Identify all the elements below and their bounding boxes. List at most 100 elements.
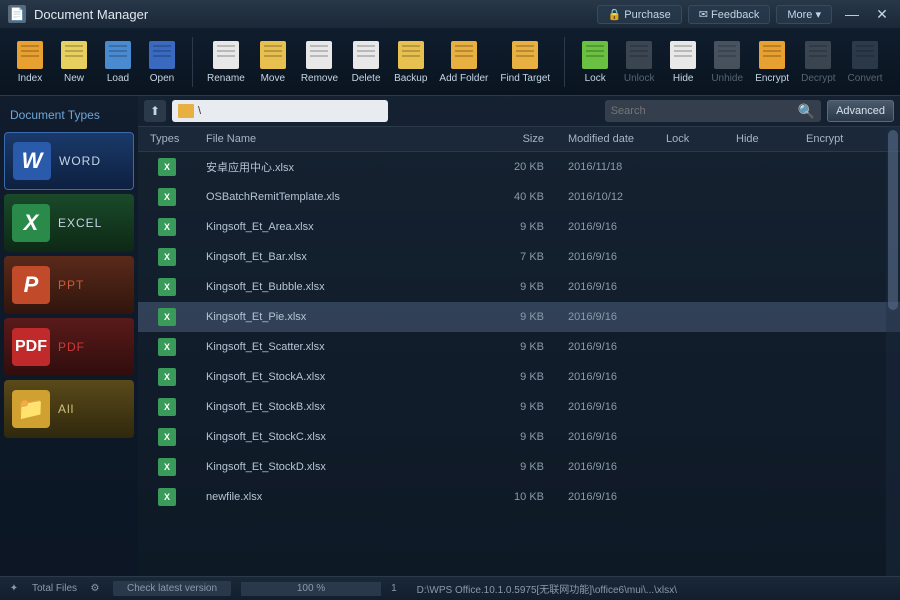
hide-icon	[667, 39, 699, 71]
xls-icon: X	[158, 248, 176, 266]
unlock-icon	[623, 39, 655, 71]
file-row[interactable]: XKingsoft_Et_StockA.xlsx9 KB2016/9/16	[138, 362, 900, 392]
xls-icon: X	[158, 338, 176, 356]
rename-icon	[210, 39, 242, 71]
backup-button[interactable]: Backup	[388, 37, 433, 86]
file-row[interactable]: XKingsoft_Et_Bubble.xlsx9 KB2016/9/16	[138, 272, 900, 302]
sidebar-item-word[interactable]: WWORD	[4, 132, 134, 190]
lock-icon	[579, 39, 611, 71]
file-row[interactable]: XKingsoft_Et_Bar.xlsx7 KB2016/9/16	[138, 242, 900, 272]
convert-button: Convert	[842, 37, 889, 86]
addfolder-button[interactable]: Add Folder	[433, 37, 494, 86]
col-hide[interactable]: Hide	[736, 133, 806, 145]
minimize-button[interactable]: —	[842, 4, 862, 24]
scrollbar-thumb[interactable]	[888, 130, 898, 310]
file-row[interactable]: XKingsoft_Et_Scatter.xlsx9 KB2016/9/16	[138, 332, 900, 362]
pdf-icon: PDF	[12, 328, 50, 366]
decrypt-button: Decrypt	[795, 37, 841, 86]
total-files-label: Total Files	[32, 583, 77, 594]
lock-button[interactable]: Lock	[573, 37, 617, 86]
total-files-icon[interactable]: ✦	[6, 581, 22, 597]
word-icon: W	[13, 142, 51, 180]
index-icon	[14, 39, 46, 71]
col-name[interactable]: File Name	[196, 133, 486, 145]
status-bar: ✦ Total Files ⚙ Check latest version 100…	[0, 576, 900, 600]
settings-icon[interactable]: ⚙	[87, 581, 103, 597]
col-mod[interactable]: Modified date	[556, 133, 666, 145]
feedback-button[interactable]: ✉ Feedback	[688, 5, 771, 24]
xls-icon: X	[158, 428, 176, 446]
index-button[interactable]: Index	[8, 37, 52, 86]
file-row[interactable]: XKingsoft_Et_StockD.xlsx9 KB2016/9/16	[138, 452, 900, 482]
unhide-button: Unhide	[705, 37, 749, 86]
file-row[interactable]: X安卓应用中心.xlsx20 KB2016/11/18	[138, 152, 900, 182]
col-size[interactable]: Size	[486, 133, 556, 145]
encrypt-icon	[756, 39, 788, 71]
remove-button[interactable]: Remove	[295, 37, 344, 86]
delete-button[interactable]: Delete	[344, 37, 388, 86]
new-button[interactable]: New	[52, 37, 96, 86]
check-version-button[interactable]: Check latest version	[113, 581, 231, 596]
progress-indicator: 100 %	[241, 582, 381, 596]
load-button[interactable]: Load	[96, 37, 140, 86]
open-icon	[146, 39, 178, 71]
file-row[interactable]: XKingsoft_Et_Area.xlsx9 KB2016/9/16	[138, 212, 900, 242]
hide-button[interactable]: Hide	[661, 37, 705, 86]
folder-icon	[178, 104, 194, 118]
col-lock[interactable]: Lock	[666, 133, 736, 145]
sidebar-header: Document Types	[4, 104, 134, 132]
encrypt-button[interactable]: Encrypt	[749, 37, 795, 86]
xls-icon: X	[158, 188, 176, 206]
file-row[interactable]: XOSBatchRemitTemplate.xls40 KB2016/10/12	[138, 182, 900, 212]
findtarget-icon	[509, 39, 541, 71]
all-icon: 📁	[12, 390, 50, 428]
app-title: Document Manager	[34, 7, 148, 22]
search-icon[interactable]: 🔍	[798, 103, 815, 120]
xls-icon: X	[158, 488, 176, 506]
purchase-button[interactable]: 🔒 Purchase	[597, 5, 682, 24]
rename-button[interactable]: Rename	[201, 37, 251, 86]
unhide-icon	[711, 39, 743, 71]
sidebar: Document Types WWORDXEXCELPPPTPDFPDF📁All	[0, 96, 138, 576]
xls-icon: X	[158, 278, 176, 296]
title-bar: 📄 Document Manager 🔒 Purchase ✉ Feedback…	[0, 0, 900, 28]
sidebar-item-all[interactable]: 📁All	[4, 380, 134, 438]
findtarget-button[interactable]: Find Target	[494, 37, 556, 86]
backup-icon	[395, 39, 427, 71]
file-row[interactable]: Xnewfile.xlsx10 KB2016/9/16	[138, 482, 900, 512]
remove-icon	[303, 39, 335, 71]
scrollbar[interactable]	[886, 126, 900, 576]
addfolder-icon	[448, 39, 480, 71]
xls-icon: X	[158, 218, 176, 236]
ppt-icon: P	[12, 266, 50, 304]
load-icon	[102, 39, 134, 71]
sidebar-item-excel[interactable]: XEXCEL	[4, 194, 134, 252]
open-button[interactable]: Open	[140, 37, 184, 86]
current-path: \	[198, 105, 201, 117]
col-types[interactable]: Types	[138, 133, 196, 145]
unlock-button: Unlock	[617, 37, 661, 86]
delete-icon	[350, 39, 382, 71]
decrypt-icon	[802, 39, 834, 71]
xls-icon: X	[158, 308, 176, 326]
sidebar-item-pdf[interactable]: PDFPDF	[4, 318, 134, 376]
selected-count: 1	[391, 583, 397, 594]
file-row[interactable]: XKingsoft_Et_StockC.xlsx9 KB2016/9/16	[138, 422, 900, 452]
toolbar: IndexNewLoadOpen RenameMoveRemoveDeleteBa…	[0, 28, 900, 96]
xls-icon: X	[158, 458, 176, 476]
more-button[interactable]: More ▾	[776, 5, 832, 24]
advanced-button[interactable]: Advanced	[827, 100, 894, 122]
path-box[interactable]: \	[172, 100, 388, 122]
file-row[interactable]: XKingsoft_Et_Pie.xlsx9 KB2016/9/16	[138, 302, 900, 332]
file-row[interactable]: XKingsoft_Et_StockB.xlsx9 KB2016/9/16	[138, 392, 900, 422]
search-box[interactable]: 🔍	[605, 100, 821, 122]
sidebar-item-ppt[interactable]: PPPT	[4, 256, 134, 314]
close-button[interactable]: ✕	[872, 4, 892, 24]
file-list: X安卓应用中心.xlsx20 KB2016/11/18XOSBatchRemit…	[138, 152, 900, 576]
col-enc[interactable]: Encrypt	[806, 133, 876, 145]
xls-icon: X	[158, 398, 176, 416]
excel-icon: X	[12, 204, 50, 242]
up-folder-button[interactable]: ⬆	[144, 100, 166, 122]
search-input[interactable]	[611, 105, 798, 117]
move-button[interactable]: Move	[251, 37, 295, 86]
